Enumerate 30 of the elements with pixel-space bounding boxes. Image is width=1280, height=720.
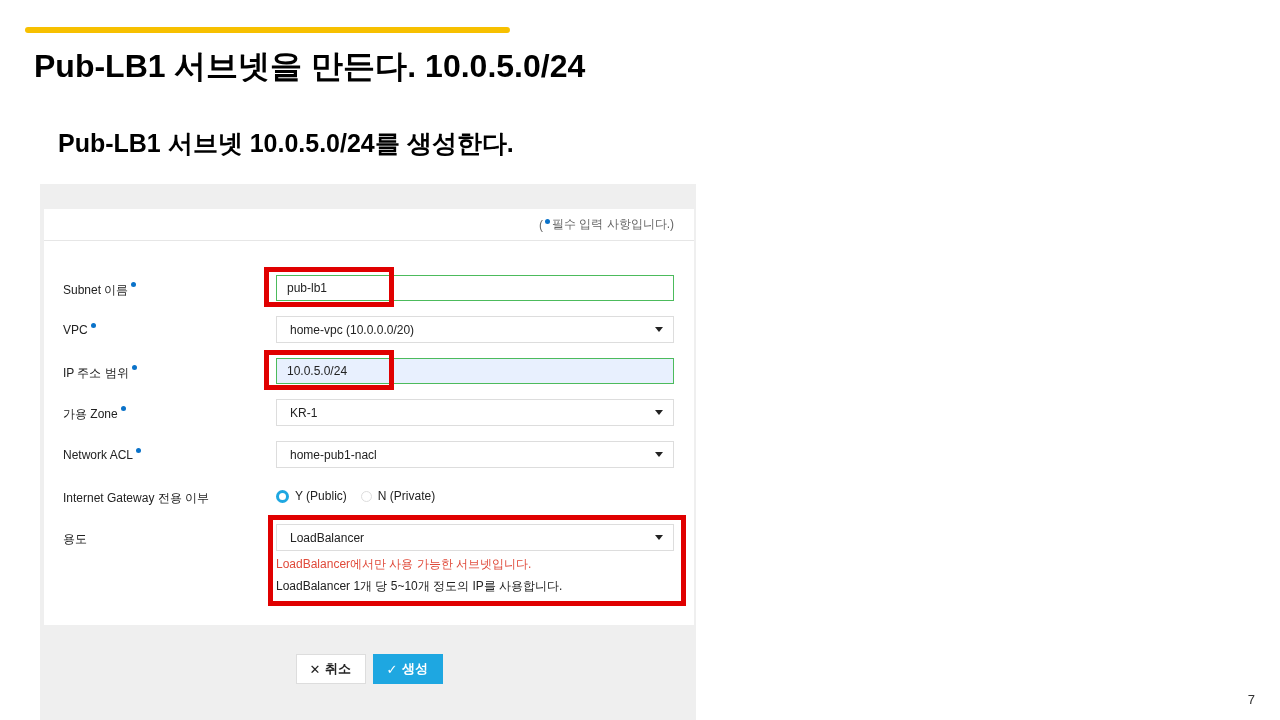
field-label: VPC — [63, 323, 88, 337]
page-number: 7 — [1247, 692, 1255, 707]
field-label: Network ACL — [63, 448, 134, 462]
field-label: IP 주소 범위 — [63, 365, 129, 382]
select-field[interactable]: home-vpc (10.0.0.0/20) — [276, 316, 674, 343]
slide-title: Pub-LB1 서브넷을 만든다. 10.0.5.0/24 — [34, 47, 587, 86]
caret-icon — [655, 535, 663, 540]
required-dot-icon — [545, 219, 550, 224]
caret-icon — [655, 452, 663, 457]
slide-subtitle: Pub-LB1 서브넷 10.0.5.0/24를 생성한다. — [58, 128, 515, 159]
help-text: LoadBalancer 1개 당 5~10개 정도의 IP를 사용합니다. — [276, 578, 564, 595]
text-field[interactable]: 10.0.5.0/24 — [276, 358, 674, 384]
caret-icon — [655, 327, 663, 332]
cancel-button[interactable]: ✕ 취소 — [295, 654, 366, 684]
note-text: ( — [539, 217, 543, 232]
note-text: 필수 입력 사항입니다.) — [552, 216, 674, 233]
field-label: Internet Gateway 전용 이부 — [63, 490, 210, 507]
field-label: 가용 Zone — [63, 406, 118, 423]
select-field[interactable]: KR-1 — [276, 399, 674, 426]
select-field[interactable]: LoadBalancer — [276, 524, 674, 551]
field-label: Subnet 이름 — [63, 282, 129, 299]
warning-text: LoadBalancer에서만 사용 가능한 서브넷입니다. — [276, 556, 533, 573]
field-label: 용도 — [63, 531, 87, 548]
check-icon: ✓ — [386, 661, 398, 677]
radio-option[interactable]: N (Private) — [360, 489, 436, 503]
close-icon: ✕ — [309, 661, 321, 677]
select-field[interactable]: home-pub1-nacl — [276, 441, 674, 468]
radio-option[interactable]: Y (Public) — [276, 489, 347, 503]
text-field[interactable]: pub-lb1 — [276, 275, 674, 301]
caret-icon — [655, 410, 663, 415]
